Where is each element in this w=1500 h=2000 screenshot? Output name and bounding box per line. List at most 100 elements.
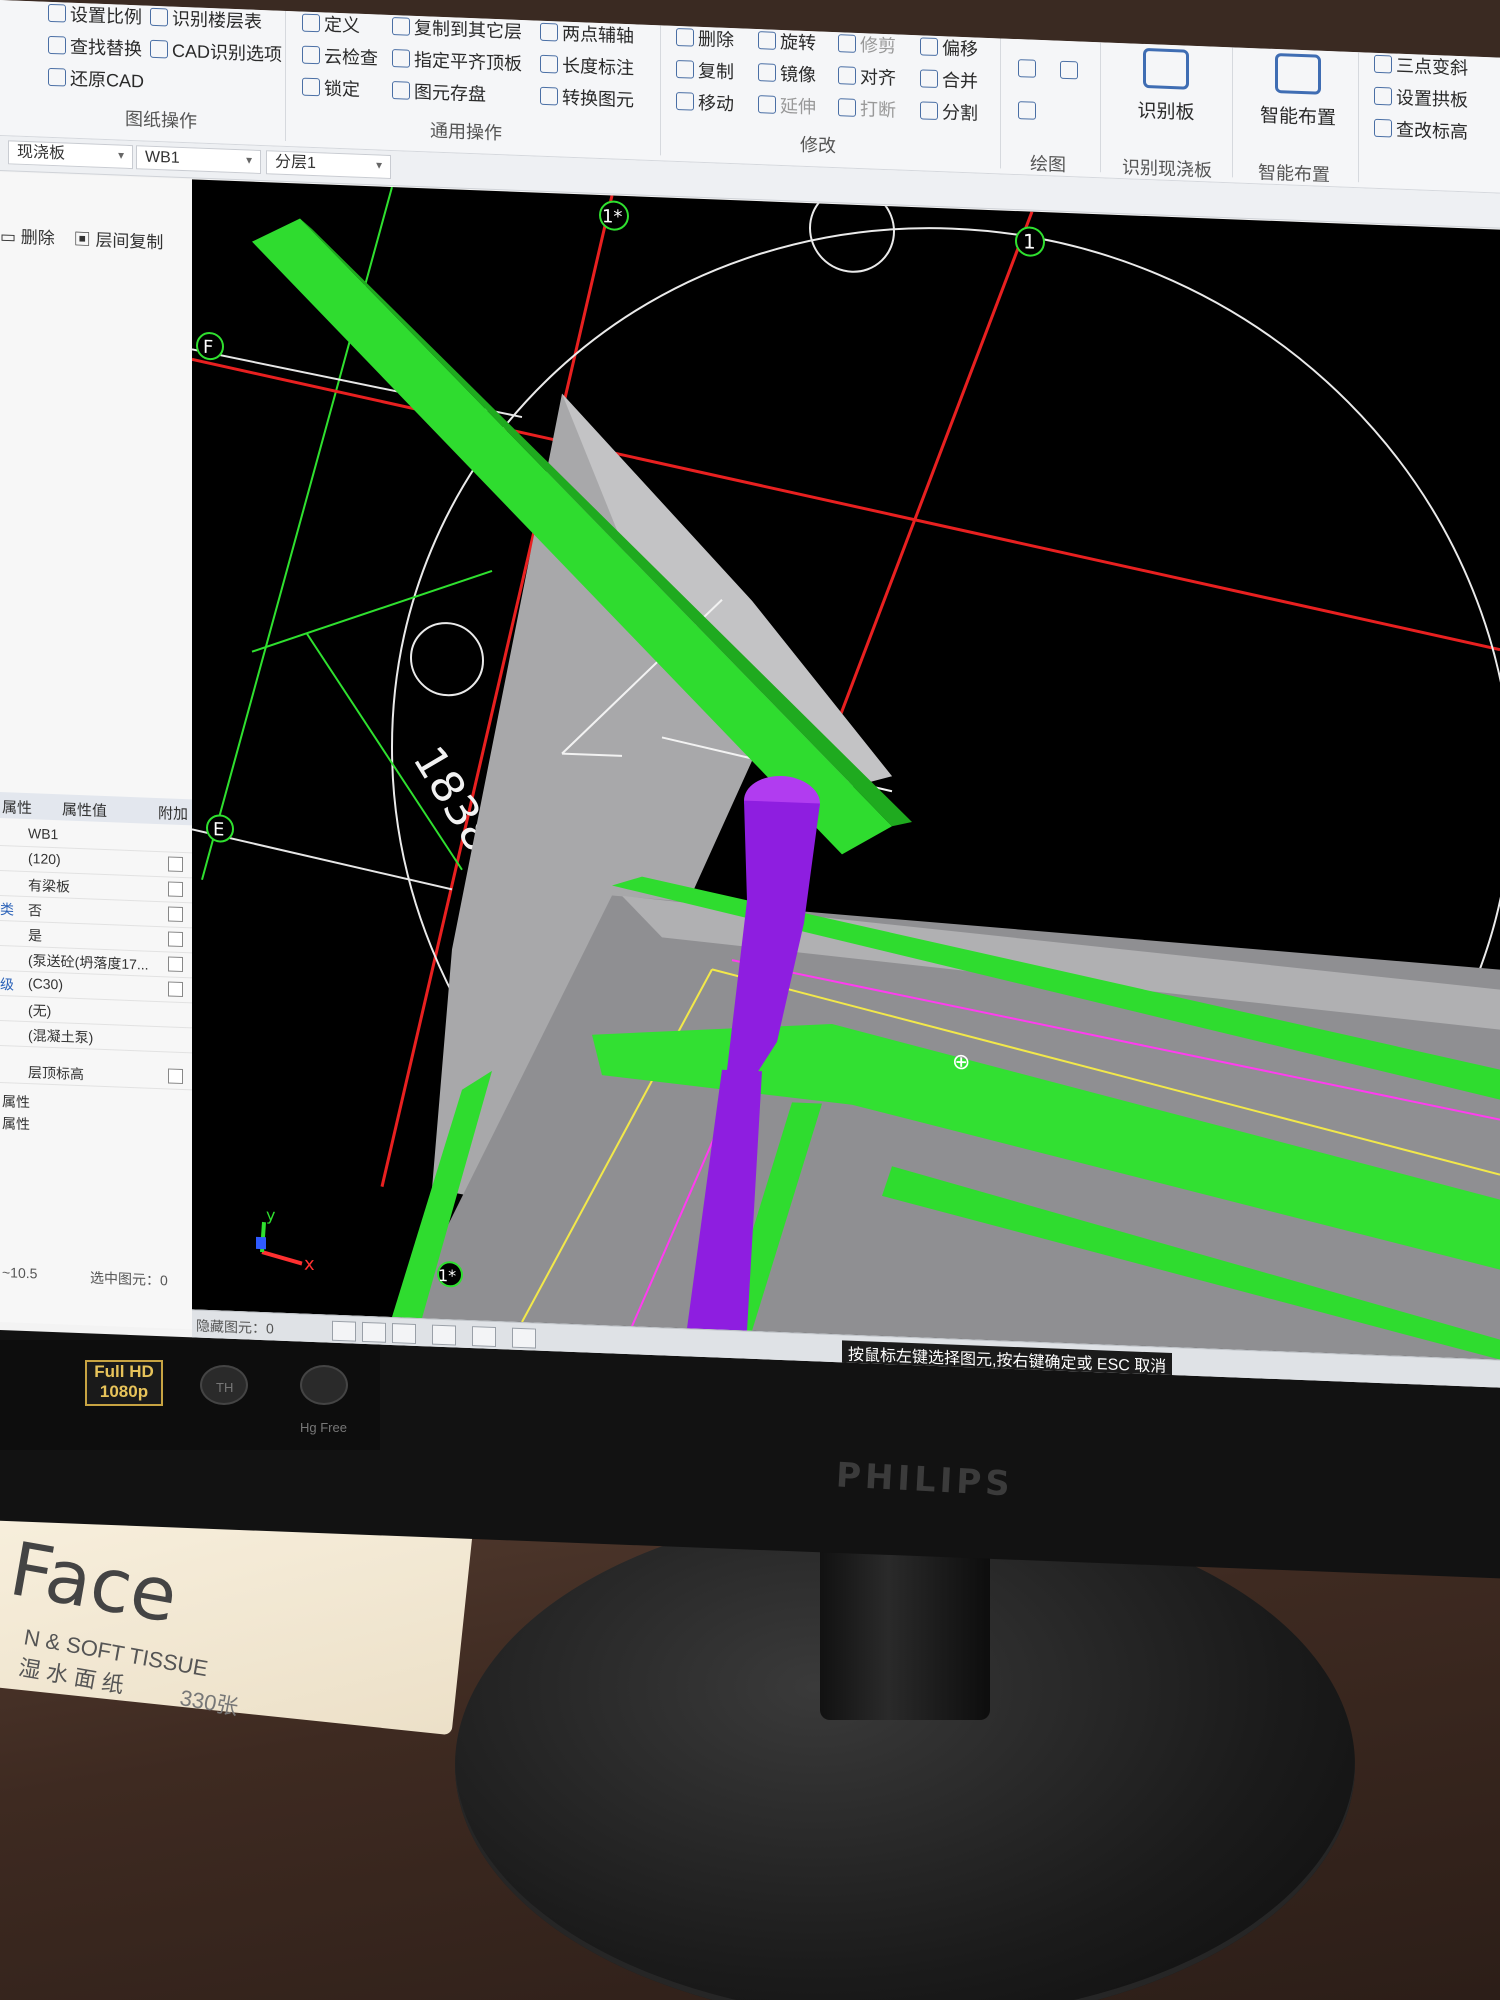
ribbon-separator [1000,38,1001,169]
axis-marker-label: E [213,819,224,840]
axis-marker-label: 1* [438,1266,456,1286]
axis-line-red [820,211,1034,765]
cloud-check-button[interactable]: 云检查 [302,42,378,71]
rotate-icon [758,31,776,50]
find-replace-button[interactable]: 查找替换 [48,32,142,62]
set-scale-button[interactable]: 设置比例 [48,0,142,29]
axis-icon [540,22,558,42]
property-checkbox[interactable] [168,956,183,973]
set-arch-button[interactable]: 设置拱板 [1374,83,1468,113]
element-name-select[interactable]: WB1 ▼ [136,145,261,175]
status-hidden-count: 隐藏图元：0 [196,1317,274,1337]
column-header-extra: 附加 [158,805,189,824]
property-checkbox[interactable] [168,881,183,898]
mirror-button[interactable]: 镜像 [758,59,816,87]
copy-to-layer-button[interactable]: 复制到其它层 [392,13,522,44]
property-value: 层顶标高 [28,1064,84,1083]
property-value: (混凝土泵) [28,1027,94,1046]
monitor-screen: 设置比例 查找替换 还原CAD 识别楼层表 CAD识别选项 图纸操作 定义 云检… [0,0,1500,1388]
draw-arc-button[interactable] [1018,101,1036,120]
smart-layout-button[interactable]: 智能布置 [1246,52,1350,131]
draw-line-button[interactable] [1018,59,1036,78]
osd-hgfree-label: Hg Free [300,1420,347,1435]
photo-scene: Face N & SOFT TISSUE 湿 水 面 纸 330张 PHILIP… [0,0,1500,2000]
restore-cad-button[interactable]: 还原CAD [48,64,144,94]
fullhd-badge: Full HD 1080p [85,1360,163,1406]
copy-layer-icon [392,17,410,36]
element-type-select[interactable]: 现浇板 ▼ [8,140,133,170]
elevation-icon [1374,118,1392,138]
lock-icon [302,77,320,97]
define-button[interactable]: 定义 [302,10,360,38]
ucs-y-label: y [266,1205,275,1224]
convert-icon [540,86,558,106]
extend-icon [758,95,776,114]
break-button[interactable]: 打断 [838,94,896,122]
property-checkbox[interactable] [168,856,183,873]
arc-icon [1018,101,1036,120]
merge-button[interactable]: 合并 [920,65,978,93]
scale-icon [48,3,66,23]
ucs-x-label: x [304,1254,315,1275]
move-button[interactable]: 移动 [676,88,734,116]
cloud-icon [302,45,320,65]
floor-table-button[interactable]: 识别楼层表 [150,4,262,34]
convert-element-button[interactable]: 转换图元 [540,83,634,113]
layer-copy-button[interactable]: ▣ 层间复制 [74,230,164,252]
group-drawing-ops: 图纸操作 [125,108,197,132]
merge-icon [920,69,938,89]
delete-button[interactable]: 删除 [676,24,734,52]
slope-icon [1374,54,1392,74]
group-draw: 绘图 [1030,153,1066,175]
offset-button[interactable]: 偏移 [920,33,978,61]
three-point-slope-button[interactable]: 三点变斜 [1374,51,1468,81]
identify-slab-button[interactable]: 识别板 [1118,47,1214,126]
layer-select[interactable]: 分层1 ▼ [266,150,391,180]
group-modify: 修改 [800,134,836,157]
view-cross-icon[interactable] [392,1323,416,1344]
view-box-icon[interactable] [362,1321,386,1343]
property-value: (C30) [28,975,64,993]
align-icon [838,66,856,85]
left-panel: ▭ 删除 ▣ 层间复制 属性 属性值 附加 WB1 (120) 有梁板 类否 是… [0,172,193,1330]
line-icon [1018,59,1036,78]
property-row[interactable]: 层顶标高 [0,1057,192,1091]
row-label: 级 [0,976,14,993]
save-element-button[interactable]: 图元存盘 [392,77,486,107]
align-button[interactable]: 对齐 [838,62,896,90]
property-panel-title: 属性 [2,799,33,818]
mirror-icon [758,63,776,82]
view-dimension-icon[interactable] [472,1326,496,1348]
trim-button[interactable]: 修剪 [838,30,896,58]
property-checkbox[interactable] [168,906,183,923]
trash-icon: ▭ [0,227,21,247]
draw-rect-button[interactable] [1060,60,1078,80]
column-marker-circle [410,622,484,697]
group-smart-layout: 智能布置 [1258,162,1330,186]
rectangle-icon [1060,60,1078,80]
chevron-down-icon: ▼ [116,150,126,162]
panel-delete-button[interactable]: ▭ 删除 [0,227,55,248]
view-3d-icon[interactable] [512,1327,536,1349]
length-dim-button[interactable]: 长度标注 [540,51,634,81]
cad-3d-viewport[interactable]: 1838 1* 1 F E 1* x y ⊕ [192,179,1500,1360]
cad-options-button[interactable]: CAD识别选项 [150,36,282,67]
move-icon [676,91,694,111]
view-select-icon[interactable] [332,1320,356,1342]
align-top-button[interactable]: 指定平齐顶板 [392,45,522,76]
lock-button[interactable]: 锁定 [302,74,360,102]
rotate-button[interactable]: 旋转 [758,27,816,55]
status-coordinate: ~10.5 [2,1264,38,1282]
edit-elevation-button[interactable]: 查改标高 [1374,115,1468,145]
chevron-down-icon: ▼ [244,155,254,167]
aux-axis-button[interactable]: 两点辅轴 [540,19,634,49]
extend-button[interactable]: 延伸 [758,91,816,119]
property-checkbox[interactable] [168,981,183,998]
smart-layout-icon [1275,52,1321,95]
view-angle-icon[interactable] [432,1324,456,1346]
copy-button[interactable]: 复制 [676,56,734,84]
property-checkbox[interactable] [168,1068,183,1085]
split-button[interactable]: 分割 [920,97,978,125]
property-checkbox[interactable] [168,931,183,948]
ribbon-separator [1100,42,1101,173]
